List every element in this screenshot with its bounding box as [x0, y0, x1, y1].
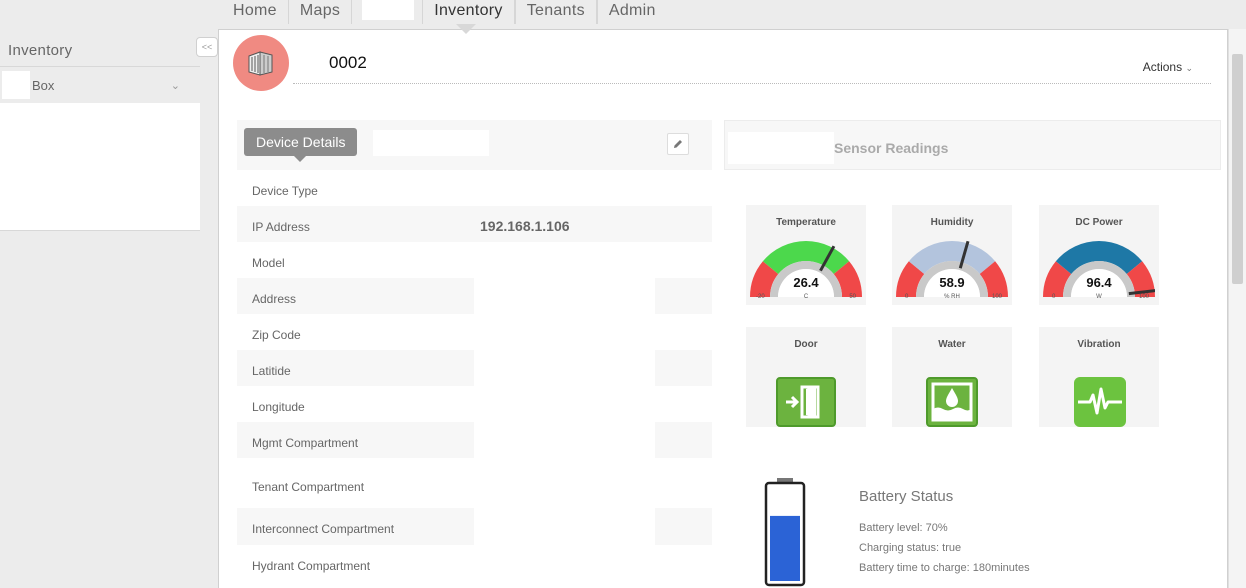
device-details-section: Device Details Device Type IP Address 19… — [237, 120, 712, 581]
gauge-max: 100 — [991, 294, 1002, 300]
detail-label: Hydrant Compartment — [252, 559, 371, 573]
door-status-card: Door — [746, 327, 866, 427]
actions-label: Actions — [1142, 60, 1183, 74]
sensor-readings-title: Sensor Readings — [834, 140, 949, 156]
sensor-readings-header: Sensor Readings — [724, 120, 1221, 170]
door-exit-icon — [776, 377, 836, 427]
detail-value: 192.168.1.106 — [480, 218, 570, 234]
nav-tenants[interactable]: Tenants — [514, 0, 597, 24]
water-level-icon — [926, 377, 978, 427]
humidity-gauge — [896, 240, 1008, 297]
detail-row-zip-code: Zip Code — [237, 314, 712, 350]
chevron-down-icon: ⌄ — [170, 80, 180, 92]
detail-row-mgmt-compartment: Mgmt Compartment — [237, 422, 712, 458]
detail-row-address: Address — [237, 278, 712, 314]
detail-row-longitude: Longitude — [237, 386, 712, 422]
detail-row-ip-address: IP Address 192.168.1.106 — [237, 206, 712, 242]
nav-blank-item[interactable] — [362, 0, 415, 20]
detail-label: Latitide — [252, 364, 291, 378]
indicator-title: Door — [794, 339, 818, 350]
top-nav: Home Maps Inventory Tenants Admin — [222, 0, 667, 24]
detail-label: Longitude — [252, 400, 305, 414]
server-cabinet-icon — [248, 51, 273, 76]
gauge-min: 0 — [1052, 294, 1056, 300]
dc-power-gauge-card: DC Power 96.4 W 0 100 — [1039, 205, 1159, 305]
detail-label: Device Type — [252, 184, 318, 198]
gauge-max: 100 — [1138, 294, 1149, 300]
title-divider — [293, 83, 1211, 84]
sidebar-title: Inventory — [8, 42, 73, 59]
detail-label: Mgmt Compartment — [252, 436, 359, 450]
dc-power-gauge — [1043, 241, 1155, 297]
battery-time-text: Battery time to charge: 180minutes — [859, 562, 1030, 574]
nav-admin[interactable]: Admin — [596, 0, 667, 24]
detail-row-tenant-compartment: Tenant Compartment — [237, 458, 712, 508]
pencil-icon — [674, 140, 682, 148]
detail-row-latitude: Latitide — [237, 350, 712, 386]
nav-maps[interactable]: Maps — [289, 0, 353, 24]
actions-dropdown[interactable]: Actions ⌄ — [1143, 60, 1193, 74]
edit-button[interactable] — [667, 133, 689, 155]
gauge-value: 96.4 — [1086, 275, 1112, 290]
gauge-value: 58.9 — [939, 275, 965, 290]
detail-label: Interconnect Compartment — [252, 522, 395, 536]
water-status-card: Water — [892, 327, 1012, 427]
gauge-title: DC Power — [1075, 217, 1123, 228]
active-nav-pointer — [456, 24, 476, 34]
detail-row-model: Model — [237, 242, 712, 278]
gauge-min: -20 — [756, 294, 765, 300]
nav-inventory[interactable]: Inventory — [422, 0, 515, 24]
gauge-max: 50 — [849, 294, 856, 300]
detail-row-device-type: Device Type — [237, 170, 712, 206]
detail-label: Tenant Compartment — [252, 480, 365, 494]
detail-label: Model — [252, 256, 285, 270]
vertical-scrollbar[interactable] — [1228, 29, 1246, 588]
battery-icon — [764, 478, 806, 587]
sensor-header-blank — [728, 132, 834, 164]
device-avatar — [233, 35, 289, 91]
detail-label: IP Address — [252, 220, 310, 234]
vibration-status-card: Vibration — [1039, 327, 1159, 427]
sidebar: Inventory Box ⌄ — [0, 36, 200, 231]
detail-row-interconnect-compartment: Interconnect Compartment — [237, 508, 712, 545]
gauge-min: 0 — [905, 294, 909, 300]
gauge-value: 26.4 — [793, 275, 819, 290]
select-icon-placeholder — [2, 71, 30, 99]
nav-home[interactable]: Home — [222, 0, 289, 24]
detail-row-hydrant-compartment: Hydrant Compartment — [237, 545, 712, 581]
chevron-down-icon: ⌄ — [1185, 63, 1193, 73]
device-panel: 0002 Actions ⌄ Device Details Device Typ… — [218, 29, 1228, 588]
battery-level-text: Battery level: 70% — [859, 522, 948, 534]
vibration-icon — [1074, 377, 1126, 427]
battery-fill — [770, 515, 800, 581]
collapse-sidebar-button[interactable]: << — [196, 37, 218, 57]
charging-status-text: Charging status: true — [859, 542, 962, 554]
details-header: Device Details — [237, 120, 712, 170]
tab-device-details[interactable]: Device Details — [244, 128, 358, 162]
indicator-title: Vibration — [1077, 339, 1121, 350]
inventory-type-select[interactable]: Box ⌄ — [0, 67, 200, 103]
select-value: Box — [32, 77, 55, 93]
temperature-gauge-card: Temperature 26.4 C -20 50 — [746, 205, 866, 305]
humidity-gauge-card: Humidity 58.9 % RH 0 100 — [892, 205, 1012, 305]
device-name: 0002 — [329, 53, 367, 72]
sidebar-list-panel — [0, 103, 200, 231]
indicator-title: Water — [938, 339, 966, 350]
detail-label: Address — [252, 292, 297, 306]
temperature-gauge — [750, 241, 862, 297]
gauge-title: Temperature — [776, 217, 836, 228]
details-header-blank — [373, 130, 489, 156]
detail-label: Zip Code — [252, 328, 301, 342]
gauge-title: Humidity — [930, 217, 974, 228]
scrollbar-thumb[interactable] — [1232, 54, 1243, 284]
battery-status-title: Battery Status — [859, 488, 954, 505]
